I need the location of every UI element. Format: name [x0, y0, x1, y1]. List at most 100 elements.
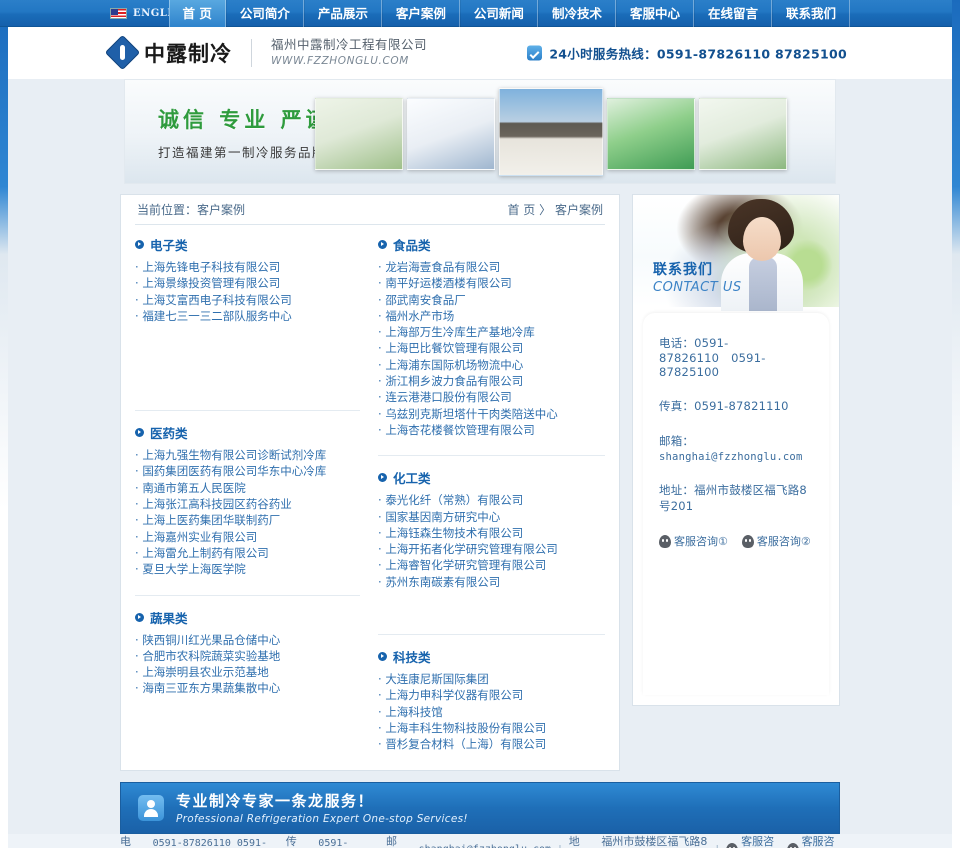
list-item[interactable]: 上海丰科生物科技股份有限公司 — [378, 720, 605, 736]
case-link[interactable]: 上海开拓者化学研究管理有限公司 — [385, 542, 558, 556]
email-value[interactable]: shanghai@fzzhonglu.com — [659, 451, 802, 463]
list-item[interactable]: 邵武南安食品厂 — [378, 292, 605, 308]
list-item[interactable]: 浙江桐乡波力食品有限公司 — [378, 373, 605, 389]
site-logo[interactable]: 中露制冷 福州中露制冷工程有限公司 WWW.FZZHONGLU.COM — [104, 35, 427, 71]
list-item[interactable]: 南通市第五人民医院 — [135, 480, 360, 496]
list-item[interactable]: 上海先锋电子科技有限公司 — [135, 259, 360, 275]
case-link[interactable]: 邵武南安食品厂 — [385, 293, 466, 307]
list-item[interactable]: 上海艾富西电子科技有限公司 — [135, 292, 360, 308]
case-link[interactable]: 上海浦东国际机场物流中心 — [385, 358, 523, 372]
list-item[interactable]: 苏州东南碳素有限公司 — [378, 574, 605, 590]
list-item[interactable]: 大连康尼斯国际集团 — [378, 671, 605, 687]
list-item[interactable]: 上海崇明县农业示范基地 — [135, 664, 360, 680]
case-link[interactable]: 大连康尼斯国际集团 — [385, 672, 489, 686]
category-block-produce: 蔬果类 陕西铜川红光果品仓储中心 合肥市农科院蔬菜实验基地 上海崇明县农业示范基… — [135, 608, 360, 697]
list-item[interactable]: 上海景缘投资管理有限公司 — [135, 275, 360, 291]
case-link[interactable]: 上海崇明县农业示范基地 — [142, 665, 269, 679]
breadcrumb-page-link[interactable]: 客户案例 — [555, 203, 603, 217]
contact-phone-row: 电话：0591-87826110 0591-87825100 — [659, 335, 813, 379]
case-link[interactable]: 海南三亚东方果蔬集散中心 — [142, 681, 280, 695]
case-link[interactable]: 连云港港口股份有限公司 — [385, 390, 512, 404]
case-link[interactable]: 夏旦大学上海医学院 — [142, 562, 246, 576]
nav-item-cases[interactable]: 客户案例 — [381, 0, 460, 27]
bullet-arrow-icon — [135, 240, 144, 249]
footer-email[interactable]: shanghai@fzzhonglu.com — [419, 844, 551, 848]
case-link[interactable]: 福建七三一三二部队服务中心 — [142, 309, 292, 323]
case-link[interactable]: 南通市第五人民医院 — [142, 481, 246, 495]
footer-qq-chat-2[interactable]: 客服咨询② — [786, 833, 840, 848]
list-item[interactable]: 上海巴比餐饮管理有限公司 — [378, 340, 605, 356]
list-item[interactable]: 上海睿智化学研究管理有限公司 — [378, 557, 605, 573]
list-item[interactable]: 上海上医药集团华联制药厂 — [135, 512, 360, 528]
list-item[interactable]: 国家基因南方研究中心 — [378, 509, 605, 525]
case-link[interactable]: 乌兹别克斯坦塔什干肉类陪送中心 — [385, 407, 558, 421]
nav-item-message-board[interactable]: 在线留言 — [693, 0, 772, 27]
list-item[interactable]: 上海雷允上制药有限公司 — [135, 545, 360, 561]
case-link[interactable]: 上海嘉州实业有限公司 — [142, 530, 257, 544]
list-item[interactable]: 国药集团医药有限公司华东中心冷库 — [135, 463, 360, 479]
list-item[interactable]: 福建七三一三二部队服务中心 — [135, 308, 360, 324]
case-link[interactable]: 南平好运楼酒楼有限公司 — [385, 276, 512, 290]
nav-item-products[interactable]: 产品展示 — [303, 0, 382, 27]
case-link[interactable]: 上海力申科学仪器有限公司 — [385, 688, 523, 702]
qq-chat-1[interactable]: 客服咨询① — [659, 533, 728, 549]
case-link[interactable]: 泰光化纤（常熟）有限公司 — [385, 493, 523, 507]
nav-item-technology[interactable]: 制冷技术 — [537, 0, 616, 27]
nav-item-service-center[interactable]: 客服中心 — [615, 0, 694, 27]
list-item[interactable]: 夏旦大学上海医学院 — [135, 561, 360, 577]
case-link[interactable]: 上海巴比餐饮管理有限公司 — [385, 341, 523, 355]
list-item[interactable]: 陕西铜川红光果品仓储中心 — [135, 632, 360, 648]
case-link[interactable]: 上海雷允上制药有限公司 — [142, 546, 269, 560]
case-link[interactable]: 上海艾富西电子科技有限公司 — [142, 293, 292, 307]
nav-item-contact[interactable]: 联系我们 — [771, 0, 850, 27]
list-item[interactable]: 乌兹别克斯坦塔什干肉类陪送中心 — [378, 406, 605, 422]
qq-penguin-icon — [659, 534, 671, 548]
case-link[interactable]: 上海杏花楼餐饮管理有限公司 — [385, 423, 535, 437]
case-link[interactable]: 陕西铜川红光果品仓储中心 — [142, 633, 280, 647]
list-item[interactable]: 海南三亚东方果蔬集散中心 — [135, 680, 360, 696]
contact-email-row: 邮箱： shanghai@fzzhonglu.com — [659, 433, 813, 463]
list-item[interactable]: 福州水产市场 — [378, 308, 605, 324]
list-item[interactable]: 上海浦东国际机场物流中心 — [378, 357, 605, 373]
list-item[interactable]: 上海科技馆 — [378, 704, 605, 720]
list-item[interactable]: 上海嘉州实业有限公司 — [135, 529, 360, 545]
list-item[interactable]: 晋杉复合材料（上海）有限公司 — [378, 736, 605, 752]
case-link[interactable]: 上海睿智化学研究管理有限公司 — [385, 558, 546, 572]
case-link[interactable]: 上海九强生物有限公司诊断试剂冷库 — [142, 448, 326, 462]
sidebar-column: 联系我们 CONTACT US 电话：0591-87826110 0591-878… — [632, 194, 840, 706]
case-link[interactable]: 上海先锋电子科技有限公司 — [142, 260, 280, 274]
case-link[interactable]: 上海丰科生物科技股份有限公司 — [385, 721, 546, 735]
list-item[interactable]: 上海部万生冷库生产基地冷库 — [378, 324, 605, 340]
case-link[interactable]: 合肥市农科院蔬菜实验基地 — [142, 649, 280, 663]
list-item[interactable]: 上海九强生物有限公司诊断试剂冷库 — [135, 447, 360, 463]
list-item[interactable]: 上海杏花楼餐饮管理有限公司 — [378, 422, 605, 438]
footer-qq-chat-1[interactable]: 客服咨询① — [726, 833, 779, 848]
case-link[interactable]: 上海张江高科技园区药谷药业 — [142, 497, 292, 511]
case-link[interactable]: 国药集团医药有限公司华东中心冷库 — [142, 464, 326, 478]
nav-item-home[interactable]: 首 页 — [168, 0, 226, 27]
case-link[interactable]: 晋杉复合材料（上海）有限公司 — [385, 737, 546, 751]
nav-item-news[interactable]: 公司新闻 — [459, 0, 538, 27]
list-item[interactable]: 南平好运楼酒楼有限公司 — [378, 275, 605, 291]
list-item[interactable]: 上海张江高科技园区药谷药业 — [135, 496, 360, 512]
list-item[interactable]: 泰光化纤（常熟）有限公司 — [378, 492, 605, 508]
case-link[interactable]: 上海科技馆 — [385, 705, 443, 719]
case-link[interactable]: 上海部万生冷库生产基地冷库 — [385, 325, 535, 339]
list-item[interactable]: 上海钰森生物技术有限公司 — [378, 525, 605, 541]
list-item[interactable]: 上海开拓者化学研究管理有限公司 — [378, 541, 605, 557]
breadcrumb-home-link[interactable]: 首 页 — [507, 203, 535, 217]
case-link[interactable]: 龙岩海壹食品有限公司 — [385, 260, 500, 274]
case-link[interactable]: 上海景缘投资管理有限公司 — [142, 276, 280, 290]
list-item[interactable]: 合肥市农科院蔬菜实验基地 — [135, 648, 360, 664]
list-item[interactable]: 连云港港口股份有限公司 — [378, 389, 605, 405]
case-link[interactable]: 上海钰森生物技术有限公司 — [385, 526, 523, 540]
case-link[interactable]: 福州水产市场 — [385, 309, 454, 323]
case-link[interactable]: 浙江桐乡波力食品有限公司 — [385, 374, 523, 388]
qq-chat-2[interactable]: 客服咨询② — [741, 533, 811, 549]
case-link[interactable]: 上海上医药集团华联制药厂 — [142, 513, 280, 527]
case-link[interactable]: 苏州东南碳素有限公司 — [385, 575, 500, 589]
list-item[interactable]: 上海力申科学仪器有限公司 — [378, 687, 605, 703]
list-item[interactable]: 龙岩海壹食品有限公司 — [378, 259, 605, 275]
nav-item-about[interactable]: 公司简介 — [225, 0, 304, 27]
case-link[interactable]: 国家基因南方研究中心 — [385, 510, 500, 524]
